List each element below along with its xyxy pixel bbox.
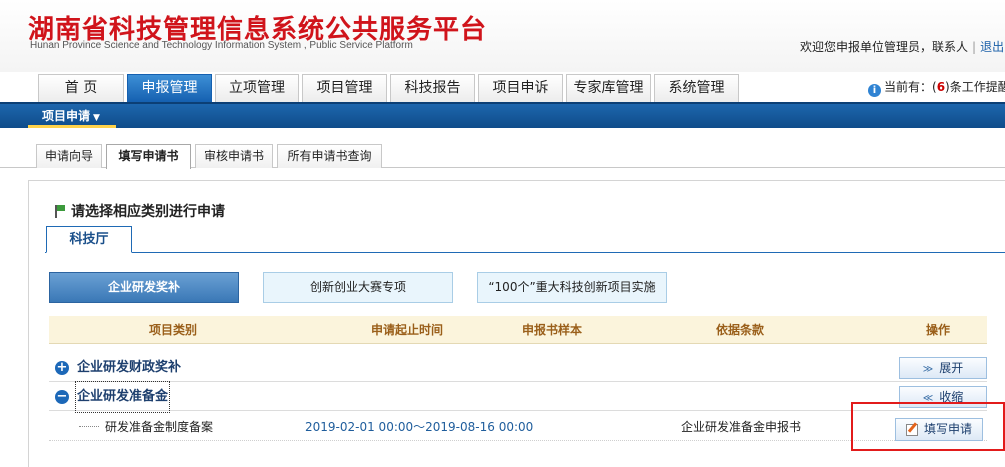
category-enterprise-rd-subsidy[interactable]: 企业研发奖补 — [49, 272, 239, 303]
table-header: 项目类别 申请起止时间 申报书样本 依据条款 操作 — [49, 316, 987, 344]
tab-declaration-management[interactable]: 申报管理 — [127, 74, 212, 102]
secondary-tabs: 申请向导 填写申请书 审核申请书 所有申请书查询 — [0, 140, 1005, 169]
col-sample: 申报书样本 — [522, 323, 583, 337]
active-underline — [28, 125, 116, 128]
tree-branch-icon — [79, 426, 99, 427]
expand-label: 展开 — [939, 361, 964, 375]
tab-all-applications[interactable]: 所有申请书查询 — [277, 144, 382, 168]
chevron-up-icon: ≪ — [922, 393, 934, 404]
welcome-bar: 欢迎您申报单位管理员，联系人 | 退出 — [800, 38, 1004, 55]
application-panel: 请选择相应类别进行申请 科技厅 企业研发奖补 创新创业大赛专项 “100个”重大… — [28, 180, 1005, 467]
notice-prefix: 当前有：( — [884, 80, 937, 94]
col-period: 申请起止时间 — [371, 323, 444, 337]
tab-application-guide[interactable]: 申请向导 — [36, 144, 102, 168]
row-period: 2019-02-01 00:00～2019-08-16 00:00 — [305, 420, 534, 434]
group-title[interactable]: 企业研发准备金 — [74, 381, 171, 413]
row-sample[interactable]: 企业研发准备金申报书 — [681, 413, 801, 441]
tab-system-management[interactable]: 系统管理 — [654, 74, 739, 102]
row-project-name: 研发准备金制度备案 — [105, 420, 214, 434]
fill-application-label: 填写申请 — [923, 422, 972, 436]
expand-button[interactable]: ≫ 展开 — [899, 357, 987, 379]
minus-icon[interactable]: − — [55, 390, 69, 404]
caret-down-icon: ▼ — [93, 113, 100, 123]
col-category: 项目类别 — [149, 323, 198, 337]
tab-science-department[interactable]: 科技厅 — [46, 226, 132, 253]
header: 湖南省科技管理信息系统公共服务平台 Hunan Province Science… — [0, 0, 1005, 72]
notice-count: 6 — [936, 80, 946, 94]
flag-icon — [55, 205, 65, 218]
edit-icon — [905, 423, 918, 436]
notice-suffix: )条工作提醒 — [945, 80, 1005, 94]
tab-project-approval[interactable]: 立项管理 — [215, 74, 299, 102]
info-icon: i — [868, 84, 881, 97]
page: 湖南省科技管理信息系统公共服务平台 Hunan Province Science… — [0, 0, 1005, 467]
tab-project-appeal[interactable]: 项目申诉 — [478, 74, 563, 102]
tab-project-management[interactable]: 项目管理 — [302, 74, 387, 102]
category-100-major-projects[interactable]: “100个”重大科技创新项目实施 — [477, 272, 667, 303]
tab-tech-report[interactable]: 科技报告 — [390, 74, 475, 102]
tab-review-application[interactable]: 审核申请书 — [195, 144, 273, 168]
work-reminder[interactable]: i 当前有：(6)条工作提醒 — [868, 78, 1005, 97]
main-nav: 首 页 申报管理 立项管理 项目管理 科技报告 项目申诉 专家库管理 系统管理 … — [0, 72, 1005, 102]
dept-tab-line — [45, 252, 1005, 253]
site-subtitle: Hunan Province Science and Technology In… — [30, 40, 413, 51]
tab-fill-application[interactable]: 填写申请书 — [106, 144, 191, 169]
collapse-button[interactable]: ≪ 收缩 — [899, 386, 987, 408]
collapse-label: 收缩 — [939, 390, 964, 404]
group-title[interactable]: 企业研发财政奖补 — [77, 354, 181, 382]
panel-title: 请选择相应类别进行申请 — [55, 201, 225, 221]
col-basis: 依据条款 — [716, 323, 765, 337]
welcome-separator: | — [972, 40, 977, 54]
logout-link[interactable]: 退出 — [980, 40, 1004, 54]
plus-icon[interactable]: + — [55, 361, 69, 375]
category-innovation-contest[interactable]: 创新创业大赛专项 — [263, 272, 453, 303]
group-row-rd-reserve: − 企业研发准备金 ≪ 收缩 — [49, 381, 987, 413]
project-application-dropdown[interactable]: 项目申请 ▼ — [34, 106, 108, 126]
welcome-text: 欢迎您申报单位管理员，联系人 — [800, 40, 969, 54]
tab-home[interactable]: 首 页 — [38, 74, 124, 102]
sub-nav-bar: 项目申请 ▼ — [0, 102, 1005, 128]
panel-title-text: 请选择相应类别进行申请 — [71, 204, 225, 220]
tab-expert-library[interactable]: 专家库管理 — [566, 74, 651, 102]
group-row-financial-subsidy: + 企业研发财政奖补 ≫ 展开 — [49, 354, 987, 382]
chevron-down-icon: ≫ — [922, 364, 934, 375]
col-action: 操作 — [926, 323, 951, 337]
fill-application-button[interactable]: 填写申请 — [895, 418, 983, 441]
table-row: 研发准备金制度备案 2019-02-01 00:00～2019-08-16 00… — [49, 413, 987, 441]
dropdown-label: 项目申请 — [42, 109, 91, 123]
